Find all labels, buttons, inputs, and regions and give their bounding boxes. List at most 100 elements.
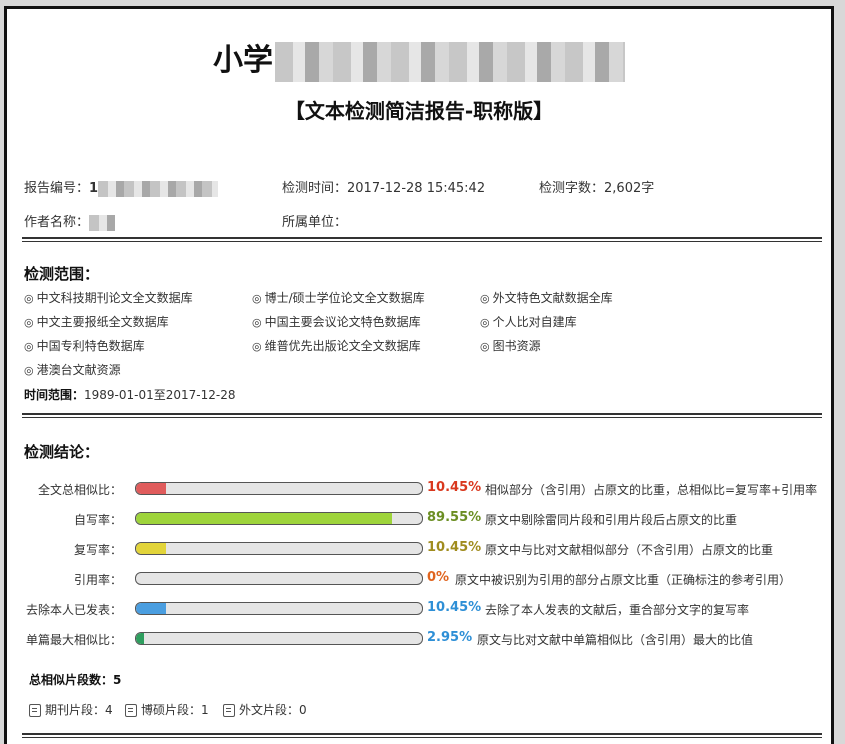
progress-bar bbox=[135, 482, 423, 495]
database-item: ◎ 中国主要会议论文特色数据库 bbox=[252, 313, 421, 330]
fragment-label: 外文片段： bbox=[239, 703, 300, 717]
result-percent: 10.45% bbox=[427, 480, 482, 495]
bullet-icon: ◎ bbox=[252, 340, 262, 353]
document-icon bbox=[125, 704, 137, 717]
total-fragments-value: 5 bbox=[113, 673, 122, 687]
report-title: 小学 bbox=[7, 35, 831, 82]
result-description: 原文中被识别为引用的部分占原文比重（正确标注的参考引用） bbox=[455, 573, 792, 587]
fragment-label: 博硕片段： bbox=[141, 703, 202, 717]
result-percent: 2.95% bbox=[427, 630, 473, 645]
report-number-value: 1 bbox=[89, 181, 99, 196]
result-description: 原文中与比对文献相似部分（不含引用）占原文的比重 bbox=[485, 543, 774, 557]
report-number: 报告编号：1 bbox=[24, 177, 219, 197]
bullet-icon: ◎ bbox=[24, 340, 34, 353]
result-row: 自写率： 89.55% 原文中剔除雷同片段和引用片段后占原文的比重 bbox=[7, 509, 837, 529]
affiliation-label: 所属单位： bbox=[282, 215, 348, 230]
progress-fill bbox=[136, 603, 166, 614]
progress-bar bbox=[135, 632, 423, 645]
database-item: ◎ 维普优先出版论文全文数据库 bbox=[252, 337, 421, 354]
result-label: 单篇最大相似比： bbox=[25, 633, 122, 647]
database-item: ◎ 博士/硕士学位论文全文数据库 bbox=[252, 289, 425, 306]
result-row: 引用率： 0% 原文中被识别为引用的部分占原文比重（正确标注的参考引用） bbox=[7, 569, 837, 589]
document-icon bbox=[29, 704, 41, 717]
author-label: 作者名称： bbox=[24, 215, 90, 230]
bullet-icon: ◎ bbox=[480, 340, 490, 353]
divider bbox=[22, 413, 822, 418]
time-range-label: 时间范围： bbox=[24, 388, 85, 402]
database-item: ◎ 港澳台文献资源 bbox=[24, 361, 121, 378]
database-name: 博士/硕士学位论文全文数据库 bbox=[264, 291, 425, 305]
result-label: 引用率： bbox=[73, 573, 122, 587]
database-name: 维普优先出版论文全文数据库 bbox=[264, 339, 421, 353]
total-fragments: 总相似片段数：5 bbox=[29, 671, 121, 688]
word-count-value: 2,602字 bbox=[604, 181, 655, 196]
title-prefix: 小学 bbox=[213, 43, 273, 78]
database-name: 中文主要报纸全文数据库 bbox=[36, 315, 169, 329]
bullet-icon: ◎ bbox=[480, 316, 490, 329]
fragment-label: 期刊片段： bbox=[45, 703, 106, 717]
result-label: 自写率： bbox=[73, 513, 122, 527]
progress-bar bbox=[135, 602, 423, 615]
results-title: 检测结论： bbox=[24, 443, 100, 461]
check-time: 检测时间：2017-12-28 15:45:42 bbox=[282, 177, 485, 196]
database-item: ◎ 图书资源 bbox=[480, 337, 541, 354]
progress-fill bbox=[136, 513, 393, 524]
database-name: 外文特色文献数据全库 bbox=[492, 291, 613, 305]
progress-bar bbox=[135, 512, 423, 525]
database-item: ◎ 中国专利特色数据库 bbox=[24, 337, 145, 354]
fragment-count: 期刊片段：4 bbox=[29, 701, 113, 718]
database-name: 中文科技期刊论文全文数据库 bbox=[36, 291, 193, 305]
progress-bar bbox=[135, 572, 423, 585]
divider bbox=[22, 237, 822, 242]
check-time-value: 2017-12-28 15:45:42 bbox=[347, 181, 486, 196]
scope-title: 检测范围： bbox=[24, 265, 100, 283]
result-label: 复写率： bbox=[73, 543, 122, 557]
word-count: 检测字数：2,602字 bbox=[539, 177, 654, 196]
fragment-value: 0 bbox=[299, 703, 307, 717]
bullet-icon: ◎ bbox=[24, 316, 34, 329]
fragment-value: 4 bbox=[105, 703, 113, 717]
result-description: 原文中剔除雷同片段和引用片段后占原文的比重 bbox=[485, 513, 738, 527]
report-subtitle: 【文本检测简洁报告-职称版】 bbox=[284, 99, 554, 123]
result-row: 去除本人已发表： 10.45% 去除了本人发表的文献后，重合部分文字的复写率 bbox=[7, 599, 837, 619]
bullet-icon: ◎ bbox=[24, 364, 34, 377]
database-name: 港澳台文献资源 bbox=[36, 363, 121, 377]
result-percent: 0% bbox=[427, 570, 450, 585]
database-item: ◎ 外文特色文献数据全库 bbox=[480, 289, 613, 306]
bullet-icon: ◎ bbox=[24, 292, 34, 305]
result-percent: 10.45% bbox=[427, 600, 482, 615]
bullet-icon: ◎ bbox=[252, 316, 262, 329]
result-description: 去除了本人发表的文献后，重合部分文字的复写率 bbox=[485, 603, 750, 617]
result-percent: 89.55% bbox=[427, 510, 482, 525]
database-item: ◎ 中文科技期刊论文全文数据库 bbox=[24, 289, 193, 306]
result-row: 全文总相似比： 10.45% 相似部分（含引用）占原文的比重，总相似比=复写率+引用… bbox=[7, 479, 837, 499]
database-name: 个人比对自建库 bbox=[492, 315, 577, 329]
result-row: 复写率： 10.45% 原文中与比对文献相似部分（不含引用）占原文的比重 bbox=[7, 539, 837, 559]
progress-fill bbox=[136, 483, 166, 494]
fragment-count: 外文片段：0 bbox=[223, 701, 307, 718]
result-percent: 10.45% bbox=[427, 540, 482, 555]
bullet-icon: ◎ bbox=[480, 292, 490, 305]
redacted-author bbox=[89, 214, 116, 231]
database-name: 中国主要会议论文特色数据库 bbox=[264, 315, 421, 329]
database-item: ◎ 个人比对自建库 bbox=[480, 313, 577, 330]
document-icon bbox=[223, 704, 235, 717]
time-range: 时间范围：1989-01-01至2017-12-28 bbox=[24, 386, 236, 403]
database-item: ◎ 中文主要报纸全文数据库 bbox=[24, 313, 169, 330]
redacted-report-number bbox=[98, 180, 219, 197]
redacted-title bbox=[275, 41, 625, 82]
author-name: 作者名称： bbox=[24, 211, 116, 231]
total-fragments-label: 总相似片段数： bbox=[29, 673, 114, 687]
fragment-count: 博硕片段：1 bbox=[125, 701, 209, 718]
result-label: 全文总相似比： bbox=[37, 483, 122, 497]
progress-fill bbox=[136, 543, 166, 554]
result-row: 单篇最大相似比： 2.95% 原文与比对文献中单篇相似比（含引用）最大的比值 bbox=[7, 629, 837, 649]
result-label: 去除本人已发表： bbox=[25, 603, 122, 617]
report-number-label: 报告编号： bbox=[24, 181, 90, 196]
check-time-label: 检测时间： bbox=[282, 181, 348, 196]
database-name: 图书资源 bbox=[492, 339, 541, 353]
divider bbox=[22, 733, 822, 738]
result-description: 相似部分（含引用）占原文的比重，总相似比=复写率+引用率 bbox=[485, 483, 818, 497]
word-count-label: 检测字数： bbox=[539, 181, 605, 196]
database-name: 中国专利特色数据库 bbox=[36, 339, 145, 353]
